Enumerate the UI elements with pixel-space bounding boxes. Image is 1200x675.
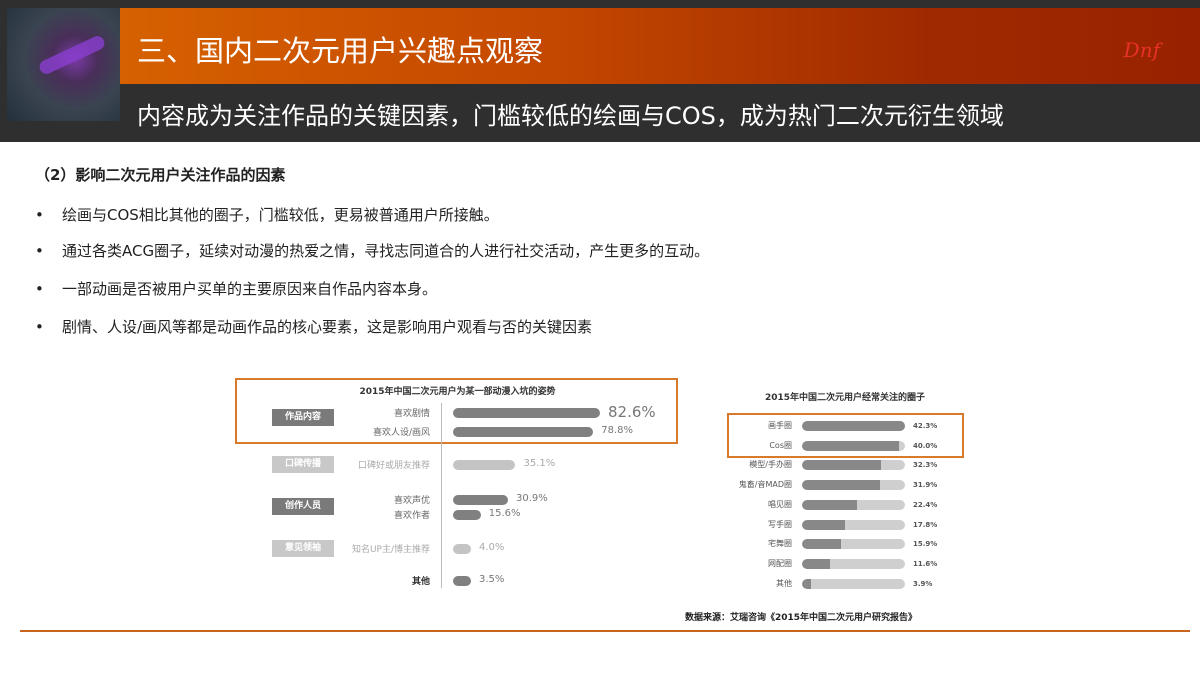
- bar: [453, 460, 515, 470]
- bar-track: [802, 421, 905, 431]
- value-label: 3.9%: [913, 580, 932, 588]
- bar-track: [802, 460, 905, 470]
- bar-label: 喜欢声优: [394, 493, 430, 506]
- bar: [802, 421, 905, 431]
- bar-label: 其他: [412, 574, 430, 587]
- bar-track: [802, 441, 905, 451]
- bar-label: 其他: [776, 578, 792, 589]
- bar-track: [802, 500, 905, 510]
- bar-label: 写手圈: [768, 519, 792, 530]
- bullet-icon: •: [35, 280, 62, 298]
- bar-track: [802, 480, 905, 490]
- bar-label: 模型/手办圈: [749, 459, 792, 470]
- bar-label: 喜欢人设/画风: [373, 425, 430, 438]
- bar-label: 唱见圈: [768, 499, 792, 510]
- bullet-icon: •: [35, 242, 62, 260]
- bar: [802, 520, 845, 530]
- bar-label: 画手圈: [768, 420, 792, 431]
- value-label: 22.4%: [913, 501, 937, 509]
- bar-track: [802, 520, 905, 530]
- bar: [802, 539, 841, 549]
- value-label: 15.9%: [913, 540, 937, 548]
- bar-label: Cos圈: [769, 440, 792, 451]
- character-artwork-image: [7, 8, 120, 121]
- bullet-text: 通过各类ACG圈子，延续对动漫的热爱之情，寻找志同道合的人进行社交活动，产生更多…: [62, 242, 709, 260]
- value-label: 32.3%: [913, 461, 937, 469]
- bullet-item: •绘画与COS相比其他的圈子，门槛较低，更易被普通用户所接触。: [35, 204, 499, 225]
- bar: [802, 579, 811, 589]
- bar: [453, 427, 593, 437]
- bar-label: 喜欢作者: [394, 508, 430, 521]
- bar: [802, 460, 881, 470]
- bar-label: 口碑好或朋友推荐: [358, 458, 430, 471]
- bullet-item: •一部动画是否被用户买单的主要原因来自作品内容本身。: [35, 278, 437, 299]
- value-label: 82.6%: [608, 403, 656, 421]
- bullet-item: •通过各类ACG圈子，延续对动漫的热爱之情，寻找志同道合的人进行社交活动，产生更…: [35, 240, 709, 261]
- highlight-box: [727, 413, 964, 458]
- bar: [453, 576, 471, 586]
- category-label: 创作人员: [272, 498, 334, 515]
- value-label: 40.0%: [913, 442, 937, 450]
- bar: [802, 480, 880, 490]
- entry-reasons-chart: 2015年中国二次元用户为某一部动漫入坑的姿势 作品内容口碑传播创作人员意见领袖…: [235, 378, 680, 598]
- bar: [802, 559, 830, 569]
- value-label: 35.1%: [523, 458, 555, 469]
- footer-divider: [20, 630, 1190, 632]
- title-band: 三、国内二次元用户兴趣点观察 Dnf: [120, 8, 1200, 84]
- bullet-text: 绘画与COS相比其他的圈子，门槛较低，更易被普通用户所接触。: [62, 206, 499, 224]
- value-label: 15.6%: [489, 508, 521, 519]
- bar-label: 喜欢剧情: [394, 406, 430, 419]
- bullet-icon: •: [35, 206, 62, 224]
- data-source: 数据来源：艾瑞咨询《2015年中国二次元用户研究报告》: [685, 610, 917, 623]
- value-label: 42.3%: [913, 422, 937, 430]
- bullet-icon: •: [35, 318, 62, 336]
- value-label: 11.6%: [913, 560, 937, 568]
- bullet-text: 剧情、人设/画风等都是动画作品的核心要素，这是影响用户观看与否的关键因素: [62, 318, 592, 336]
- chart-title: 2015年中国二次元用户经常关注的圈子: [720, 390, 970, 403]
- category-label: 口碑传播: [272, 456, 334, 473]
- axis-divider: [441, 403, 442, 588]
- value-label: 30.9%: [516, 493, 548, 504]
- bar: [802, 441, 899, 451]
- slide-title: 三、国内二次元用户兴趣点观察: [137, 28, 543, 70]
- slide-subtitle: 内容成为关注作品的关键因素，门槛较低的绘画与COS，成为热门二次元衍生领域: [137, 96, 1004, 131]
- bar: [453, 544, 471, 554]
- bar: [453, 408, 600, 418]
- bar-label: 知名UP主/博主推荐: [352, 542, 430, 555]
- value-label: 3.5%: [479, 574, 504, 585]
- value-label: 31.9%: [913, 481, 937, 489]
- bar-track: [802, 539, 905, 549]
- bar-label: 宅舞圈: [768, 538, 792, 549]
- bar-track: [802, 579, 905, 589]
- category-label: 作品内容: [272, 409, 334, 426]
- chart-title: 2015年中国二次元用户为某一部动漫入坑的姿势: [235, 384, 680, 397]
- circles-chart: 2015年中国二次元用户经常关注的圈子 画手圈 42.3% Cos圈 40.0% 模型/…: [720, 380, 970, 610]
- slide-header: 三、国内二次元用户兴趣点观察 Dnf 内容成为关注作品的关键因素，门槛较低的绘画…: [0, 0, 1200, 142]
- bullet-item: •剧情、人设/画风等都是动画作品的核心要素，这是影响用户观看与否的关键因素: [35, 316, 592, 337]
- category-label: 意见领袖: [272, 540, 334, 557]
- value-label: 4.0%: [479, 542, 504, 553]
- bar-track: [802, 559, 905, 569]
- bar: [453, 510, 481, 520]
- bar-label: 网配圈: [768, 558, 792, 569]
- bar: [802, 500, 857, 510]
- bar: [453, 495, 508, 505]
- section-heading: （2）影响二次元用户关注作品的因素: [35, 164, 285, 185]
- value-label: 78.8%: [601, 425, 633, 436]
- bar-label: 鬼畜/音MAD圈: [739, 479, 792, 490]
- bullet-text: 一部动画是否被用户买单的主要原因来自作品内容本身。: [62, 280, 437, 298]
- dnf-logo: Dnf: [1124, 38, 1160, 62]
- value-label: 17.8%: [913, 521, 937, 529]
